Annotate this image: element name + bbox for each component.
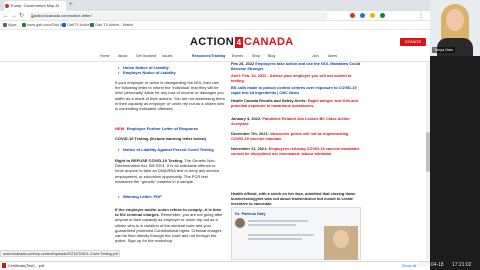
extension-icon[interactable] (360, 13, 365, 18)
logo-text: CANADA (243, 36, 294, 48)
update-item[interactable]: Health Canada Recalls and Safety Alerts:… (231, 98, 361, 108)
bookmark-icon (90, 23, 94, 27)
site-nav: Home About Get Involved Issues Resources… (100, 53, 430, 60)
list-item[interactable]: Employer Notice of Liability (115, 70, 225, 75)
url-field[interactable]: 🔒 action4canada.com/notice-letter/ (28, 12, 328, 20)
criminal-paragraph: If the employer and/or union refuse to c… (115, 207, 225, 243)
list-item[interactable]: Warning Letter: PDF (115, 194, 225, 199)
nav-item-get-involved[interactable]: Get Involved (136, 53, 156, 60)
bookmark-icon (22, 23, 26, 27)
extension-icon[interactable] (350, 13, 355, 18)
avatar (235, 218, 245, 228)
show-all-button[interactable]: Show all (402, 263, 416, 270)
bookmark-item[interactable]: Gab TV Action - Watch (90, 21, 133, 30)
bookmarks-bar: Apps www.gab.com/Gab AI GabTV Action Gab… (0, 21, 430, 30)
address-bar: ← → ↻ 🔒 action4canada.com/notice-letter/… (0, 11, 430, 21)
criminal-text: Remember, you are not going after anyone… (115, 212, 223, 244)
update-item[interactable]: January 4, 2022: Pandemic Related Job Lo… (231, 116, 361, 126)
further-letter-link[interactable]: Employee Further Letter of Response (127, 126, 198, 131)
downloads-bar: Certificate(Test)....pdf Show all (0, 261, 430, 270)
update-item[interactable]: Feb 28, 2022 Employees take action and u… (231, 61, 361, 71)
site-logo[interactable]: ACTION 4 CANADA (190, 35, 293, 49)
bookmark-icon (62, 23, 66, 27)
update-item[interactable]: Alert: Feb. 24, 2022 - Advise your emplo… (231, 73, 361, 83)
bookmark-item[interactable]: Apps (3, 21, 17, 30)
reload-icon[interactable]: ↻ (19, 12, 24, 20)
status-link-preview: action4canada.com/wp-content/uploads/202… (0, 250, 120, 257)
new-letter-line: NEW: Employee Further Letter of Response (115, 126, 225, 131)
video-text-line (248, 220, 308, 222)
video-text-line (248, 224, 296, 226)
warning-list: Warning Letter: PDF (115, 194, 225, 199)
video-text-line (248, 234, 314, 236)
refuse-paragraph: Right to REFUSE COVID-19 Testing. The Ge… (115, 158, 225, 184)
update-item[interactable]: BS calls made to poison control centres … (231, 85, 361, 95)
nav-item-blog[interactable]: Blog (268, 53, 275, 60)
url-text: action4canada.com/notice-letter/ (34, 13, 92, 18)
covid-heading: COVID-19 Testing (include warning letter… (115, 136, 207, 141)
extension-icon[interactable] (380, 13, 385, 18)
nav-item-home[interactable]: Home (100, 53, 110, 60)
list-item[interactable]: Notice of Liability Against Forced Covid… (115, 147, 225, 152)
health-official-text: Health official, with a smirk on her fac… (231, 191, 356, 206)
video-text-line (248, 238, 302, 240)
download-item[interactable]: Certificate(Test)....pdf (2, 263, 44, 270)
nav-item-alerts[interactable]: Alerts (328, 53, 337, 60)
menu-dots-icon[interactable]: ⋮ (418, 12, 424, 20)
tab-title: Trump: Government May Al (10, 3, 59, 8)
nav-item-issues[interactable]: Issues (162, 53, 172, 60)
plus-icon[interactable]: + (69, 1, 73, 10)
logo-text: ACTION (190, 36, 234, 48)
apps-icon (3, 23, 7, 27)
browser-tab[interactable]: Trump: Government May Al (4, 1, 66, 11)
bookmark-item[interactable]: GabTV Action (62, 21, 90, 30)
tab-bar: Trump: Government May Al + (0, 0, 430, 11)
lock-icon: 🔒 (30, 13, 35, 18)
liability-list: Union Notice of Liability Employer Notic… (115, 65, 225, 76)
tab-favicon-icon (5, 4, 9, 8)
back-icon[interactable]: ← (3, 12, 9, 20)
pdf-icon (2, 263, 6, 268)
forward-icon[interactable]: → (11, 12, 17, 20)
extension-icon[interactable] (370, 13, 375, 18)
donate-button[interactable]: DONATE (400, 38, 426, 46)
nav-item-about[interactable]: About (118, 53, 127, 60)
nav-divider (0, 61, 430, 62)
covid-list: Notice of Liability Against Forced Covid… (115, 147, 225, 152)
clock-time: 17:21:02 (452, 262, 472, 268)
webcam-name-label: Tanya Gaw (432, 47, 455, 53)
new-tag: NEW: (115, 126, 126, 131)
liability-paragraph: If your employer or union is disregardin… (115, 80, 225, 112)
nav-item-resources[interactable]: Resources/Training (192, 53, 225, 60)
nav-item-shop[interactable]: Shop (252, 53, 260, 60)
video-title: Dr. Patricia Daly (235, 211, 266, 216)
update-item[interactable]: December 7th, 2021: Vancouver police wil… (231, 131, 361, 141)
update-item[interactable]: November 21, 2021: Employees refusing CO… (231, 146, 361, 156)
webcam-person-face (446, 9, 464, 31)
bookmark-item[interactable]: www.gab.com/Gab AI (22, 21, 63, 30)
nav-item-join[interactable]: Join (312, 53, 319, 60)
video-thumbnail-face (333, 230, 349, 248)
nav-item-events[interactable]: Events (232, 53, 243, 60)
video-embed[interactable]: Dr. Patricia Daly (231, 207, 361, 260)
clock-date: 2022-04-18 (418, 262, 444, 268)
logo-number: 4 (234, 37, 243, 48)
